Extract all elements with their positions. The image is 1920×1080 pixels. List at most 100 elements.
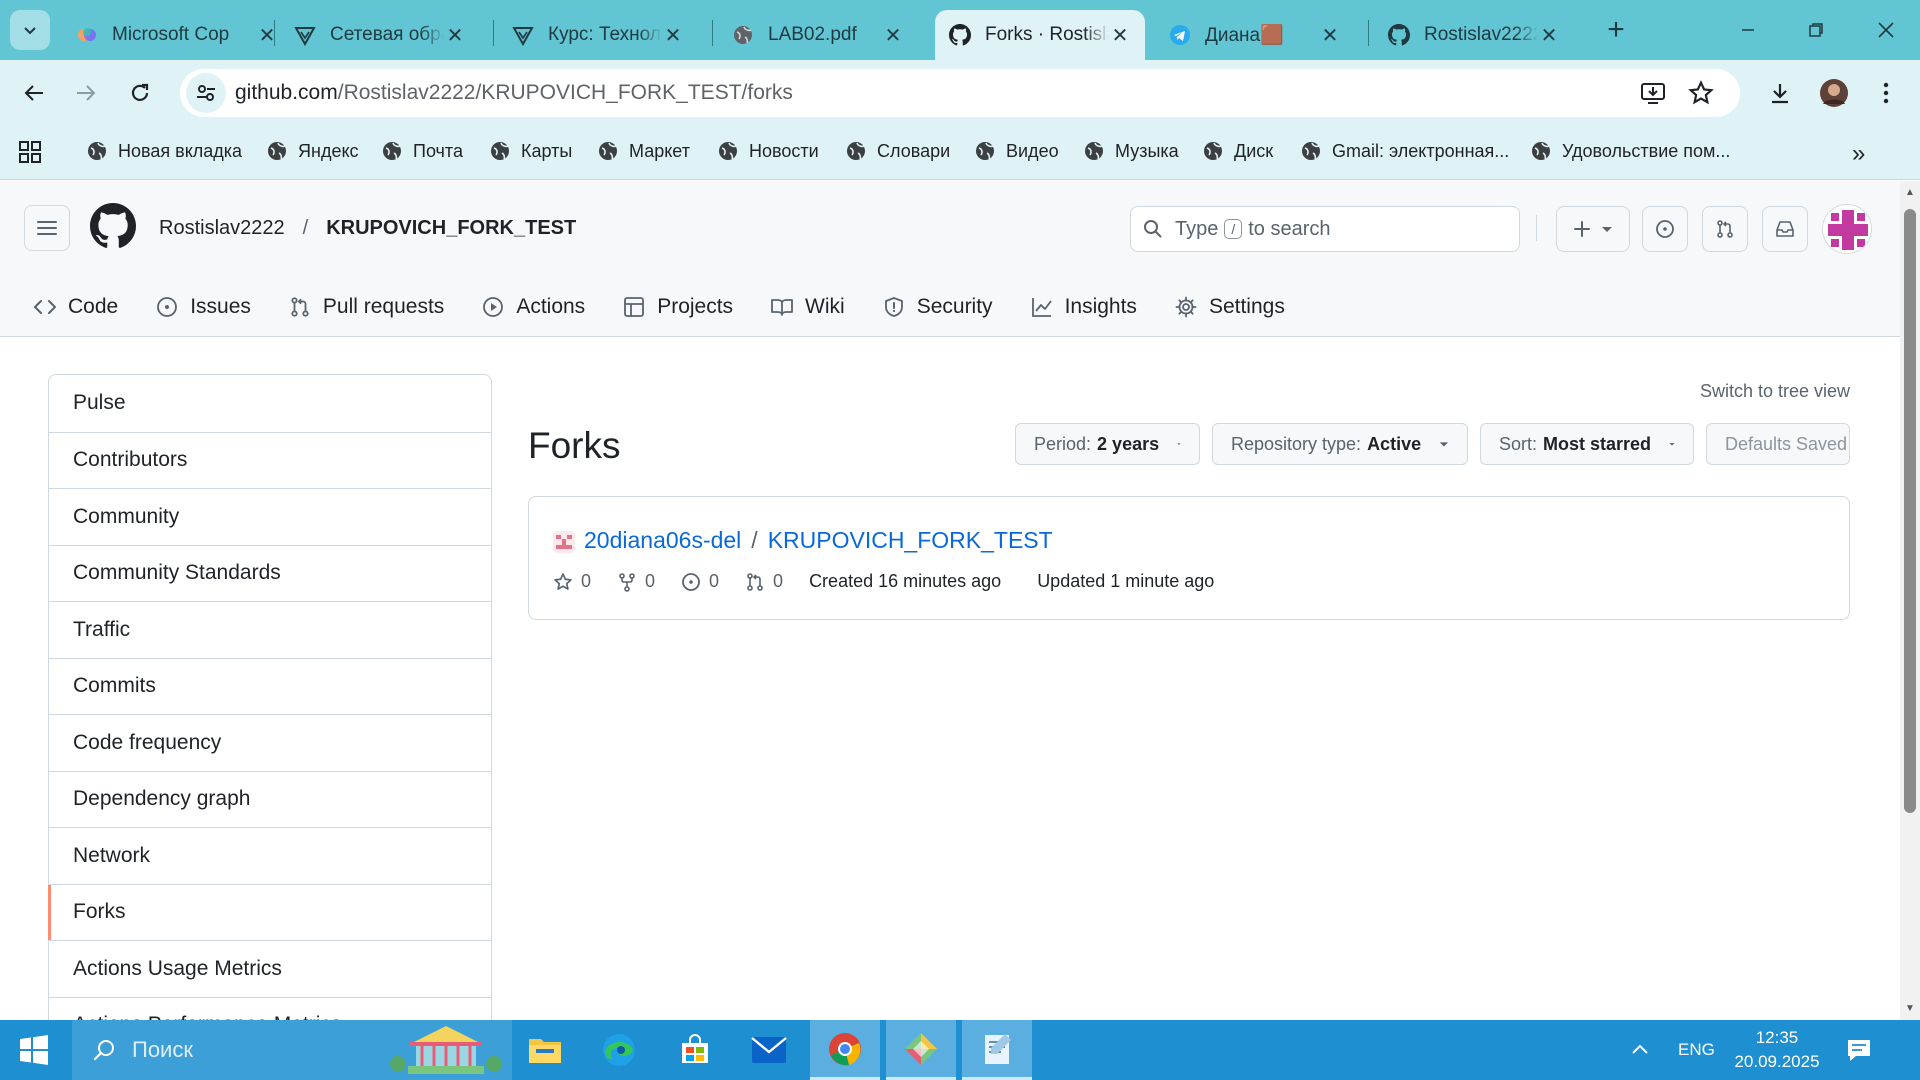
- tab-pull-requests[interactable]: Pull requests: [289, 295, 444, 319]
- browser-tab[interactable]: Microsoft Cop ✕: [62, 10, 292, 60]
- taskbar-store[interactable]: [660, 1020, 730, 1080]
- browser-tab[interactable]: Rostislav2222/ ✕: [1374, 10, 1574, 60]
- install-app-button[interactable]: [1638, 78, 1668, 108]
- sort-filter-button[interactable]: Sort: Most starred: [1480, 423, 1694, 465]
- more-bookmarks-button[interactable]: »: [1852, 140, 1865, 168]
- bookmark-item[interactable]: Словари: [845, 140, 950, 162]
- browser-tab-active[interactable]: Forks · Rostisla ✕: [935, 10, 1145, 60]
- repo-owner-link[interactable]: Rostislav2222: [159, 217, 285, 240]
- tab-code[interactable]: Code: [34, 295, 118, 319]
- minimize-button[interactable]: [1724, 10, 1772, 50]
- tab-insights[interactable]: Insights: [1031, 295, 1137, 319]
- bookmark-item[interactable]: Маркет: [597, 140, 690, 162]
- close-icon[interactable]: ✕: [1538, 24, 1560, 47]
- switch-to-tree-view-link[interactable]: Switch to tree view: [1700, 381, 1850, 402]
- bookmark-item[interactable]: Видео: [974, 140, 1059, 162]
- repo-name-link[interactable]: KRUPOVICH_FORK_TEST: [326, 217, 576, 240]
- input-language-indicator[interactable]: ENG: [1678, 1020, 1715, 1080]
- tab-wiki[interactable]: Wiki: [771, 295, 845, 319]
- github-logo[interactable]: [90, 203, 136, 249]
- bookmark-item[interactable]: Новая вкладка: [86, 140, 242, 162]
- browser-menu-button[interactable]: [1866, 73, 1906, 113]
- bookmark-item[interactable]: Почта: [381, 140, 463, 162]
- forward-button[interactable]: [66, 73, 106, 113]
- user-avatar[interactable]: [1822, 204, 1872, 254]
- sidebar-item-code-frequency[interactable]: Code frequency: [49, 714, 491, 771]
- sidebar-item-dependency-graph[interactable]: Dependency graph: [49, 770, 491, 828]
- sidebar-item-community[interactable]: Community: [49, 488, 491, 545]
- bookmark-item[interactable]: Gmail: электронная...: [1300, 140, 1509, 162]
- sidebar-item-contributors[interactable]: Contributors: [49, 431, 491, 489]
- taskbar-app-diamond[interactable]: [886, 1020, 956, 1080]
- notifications-button[interactable]: [1846, 1020, 1872, 1080]
- taskbar-file-explorer[interactable]: [510, 1020, 580, 1080]
- tab-projects[interactable]: Projects: [623, 295, 733, 319]
- close-icon[interactable]: ✕: [1319, 24, 1341, 47]
- restore-button[interactable]: [1792, 10, 1840, 50]
- sidebar-item-community-standards[interactable]: Community Standards: [49, 544, 491, 602]
- show-hidden-icons-button[interactable]: [1630, 1020, 1650, 1080]
- create-new-button[interactable]: [1556, 206, 1630, 252]
- bookmark-star-button[interactable]: [1686, 78, 1716, 108]
- bookmark-item[interactable]: Диск: [1202, 140, 1273, 162]
- sidebar-item-actions-performance-metrics[interactable]: Actions Performance Metrics: [49, 996, 491, 1020]
- address-bar[interactable]: github.com/Rostislav2222/KRUPOVICH_FORK_…: [180, 69, 1740, 117]
- bookmark-item[interactable]: Новости: [717, 140, 819, 162]
- tab-settings[interactable]: Settings: [1175, 295, 1285, 319]
- profile-button[interactable]: [1814, 73, 1854, 113]
- taskbar-search-input[interactable]: Поиск: [72, 1020, 512, 1080]
- bookmark-item[interactable]: Яндекс: [266, 140, 359, 162]
- sidebar-item-actions-usage-metrics[interactable]: Actions Usage Metrics: [49, 940, 491, 997]
- site-info-button[interactable]: [186, 73, 226, 113]
- issues-button[interactable]: [1642, 206, 1688, 252]
- browser-tab[interactable]: Диана🟫 ✕: [1155, 10, 1355, 60]
- sidebar-item-pulse[interactable]: Pulse: [49, 375, 491, 432]
- close-icon[interactable]: ✕: [444, 24, 466, 47]
- scroll-up-icon[interactable]: ▲: [1905, 187, 1915, 198]
- close-icon[interactable]: ✕: [662, 24, 684, 47]
- sidebar-item-commits[interactable]: Commits: [49, 657, 491, 715]
- stars-count[interactable]: 0: [553, 571, 591, 592]
- tab-search-button[interactable]: [10, 10, 50, 50]
- tab-issues[interactable]: Issues: [156, 295, 251, 319]
- browser-tab[interactable]: LAB02.pdf ✕: [718, 10, 918, 60]
- sidebar-item-network[interactable]: Network: [49, 827, 491, 884]
- browser-tab[interactable]: Сетевая обра ✕: [280, 10, 480, 60]
- taskbar-chrome[interactable]: [810, 1020, 880, 1080]
- repository-type-filter-button[interactable]: Repository type: Active: [1212, 423, 1468, 465]
- tab-actions[interactable]: Actions: [482, 295, 585, 319]
- period-filter-button[interactable]: Period: 2 years: [1015, 423, 1200, 465]
- pull-requests-button[interactable]: [1702, 206, 1748, 252]
- start-button[interactable]: [14, 1030, 54, 1070]
- taskbar-mail[interactable]: [734, 1020, 804, 1080]
- tab-security[interactable]: Security: [883, 295, 993, 319]
- sidebar-item-forks[interactable]: Forks: [48, 883, 491, 941]
- search-input[interactable]: Type / to search: [1130, 206, 1520, 252]
- taskbar-notepad[interactable]: [962, 1020, 1032, 1080]
- apps-button[interactable]: [18, 140, 42, 164]
- scroll-down-icon[interactable]: ▼: [1905, 1003, 1915, 1014]
- fork-owner-link[interactable]: 20diana06s-del: [584, 527, 741, 553]
- taskbar-edge[interactable]: [584, 1020, 654, 1080]
- back-button[interactable]: [14, 73, 54, 113]
- new-tab-button[interactable]: +: [1600, 13, 1632, 46]
- scrollbar-thumb[interactable]: [1904, 209, 1916, 813]
- sidebar-item-traffic[interactable]: Traffic: [49, 601, 491, 658]
- reload-button[interactable]: [120, 73, 160, 113]
- pull-requests-count[interactable]: 0: [745, 571, 783, 592]
- bookmark-item[interactable]: Музыка: [1083, 140, 1179, 162]
- inbox-button[interactable]: [1762, 206, 1808, 252]
- downloads-button[interactable]: [1760, 73, 1800, 113]
- bookmark-item[interactable]: Удовольствие пом...: [1530, 140, 1730, 162]
- close-window-button[interactable]: [1862, 10, 1910, 50]
- browser-tab[interactable]: Курс: Технол ✕: [498, 10, 698, 60]
- global-nav-menu-button[interactable]: [24, 205, 70, 251]
- close-icon[interactable]: ✕: [882, 24, 904, 47]
- issues-count[interactable]: 0: [681, 571, 719, 592]
- fork-repo-link[interactable]: KRUPOVICH_FORK_TEST: [768, 527, 1053, 553]
- close-icon[interactable]: ✕: [1109, 24, 1131, 47]
- forks-count[interactable]: 0: [617, 571, 655, 592]
- taskbar-clock[interactable]: 12:35 20.09.2025: [1722, 1026, 1832, 1074]
- page-scrollbar[interactable]: ▲ ▼: [1900, 181, 1920, 1020]
- bookmark-item[interactable]: Карты: [489, 140, 572, 162]
